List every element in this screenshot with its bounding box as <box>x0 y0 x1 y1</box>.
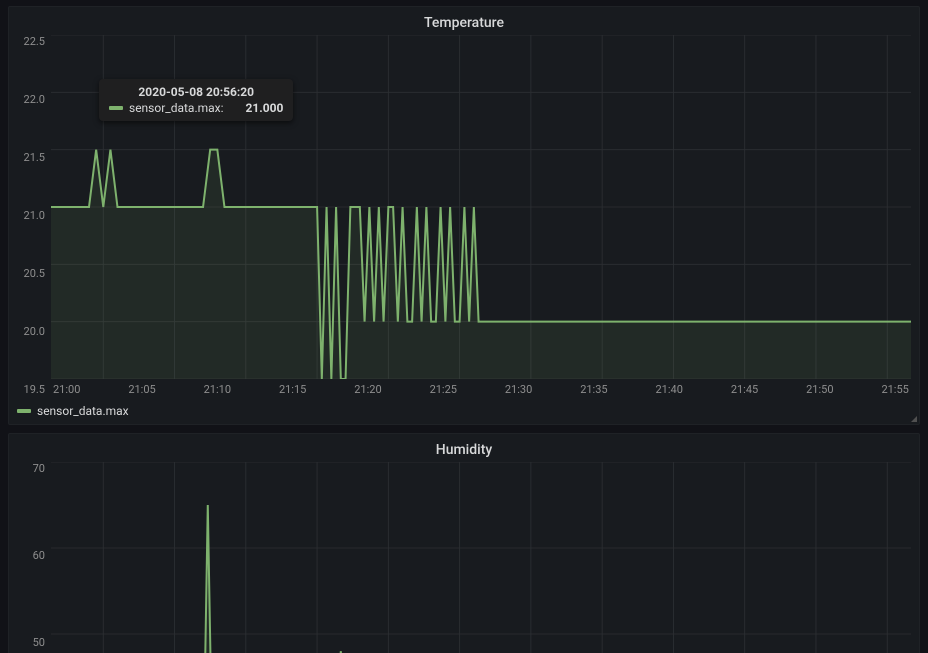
panel-title-temperature: Temperature <box>17 15 911 31</box>
x-axis-temperature: 21:00 21:05 21:10 21:15 21:20 21:25 21:30 21:35… <box>51 383 911 396</box>
y-tick: 60 <box>33 549 45 562</box>
y-axis-temperature: 22.5 22.0 21.5 21.0 20.5 20.0 19.5 <box>17 35 51 396</box>
legend-swatch-icon <box>17 409 31 413</box>
y-tick: 20.0 <box>24 325 45 338</box>
y-tick: 22.0 <box>24 93 45 106</box>
y-tick: 20.5 <box>24 267 45 280</box>
x-tick: 21:55 <box>881 383 908 396</box>
legend-temperature[interactable]: sensor_data.max <box>17 404 911 418</box>
plot-temperature[interactable] <box>51 35 911 379</box>
x-tick: 21:30 <box>505 383 532 396</box>
panel-title-humidity: Humidity <box>17 442 911 458</box>
x-tick: 21:50 <box>806 383 833 396</box>
x-tick: 21:10 <box>204 383 231 396</box>
chart-area-temperature: 22.522.021.521.020.520.019.5 21:0021:052… <box>17 35 911 396</box>
x-tick: 21:00 <box>53 383 80 396</box>
x-tick: 21:45 <box>731 383 758 396</box>
x-tick: 21:05 <box>128 383 155 396</box>
y-axis-humidity: 7060504030 <box>17 462 51 653</box>
legend-label: sensor_data.max <box>37 404 129 418</box>
panel-temperature[interactable]: Temperature 22.5 22.0 21.5 21.0 20.5 20.0 19.5… <box>8 6 920 425</box>
chart-area-humidity: 7060504030 21:0021:0521:1021:1521:2021:2… <box>17 462 911 653</box>
y-tick: 21.0 <box>24 209 45 222</box>
y-tick: 50 <box>33 636 45 649</box>
y-tick: 19.5 <box>24 383 45 396</box>
y-tick: 22.5 <box>24 35 45 48</box>
x-tick: 21:20 <box>354 383 381 396</box>
x-tick: 21:25 <box>430 383 457 396</box>
y-tick: 21.5 <box>24 151 45 164</box>
panel-humidity[interactable]: Humidity 7060504030 21:0021:0521:1021:15… <box>8 433 920 653</box>
x-tick: 21:40 <box>656 383 683 396</box>
y-tick: 70 <box>33 462 45 475</box>
plot-humidity[interactable] <box>51 462 911 653</box>
resize-handle-icon[interactable] <box>911 416 917 422</box>
x-tick: 21:35 <box>580 383 607 396</box>
x-tick: 21:15 <box>279 383 306 396</box>
